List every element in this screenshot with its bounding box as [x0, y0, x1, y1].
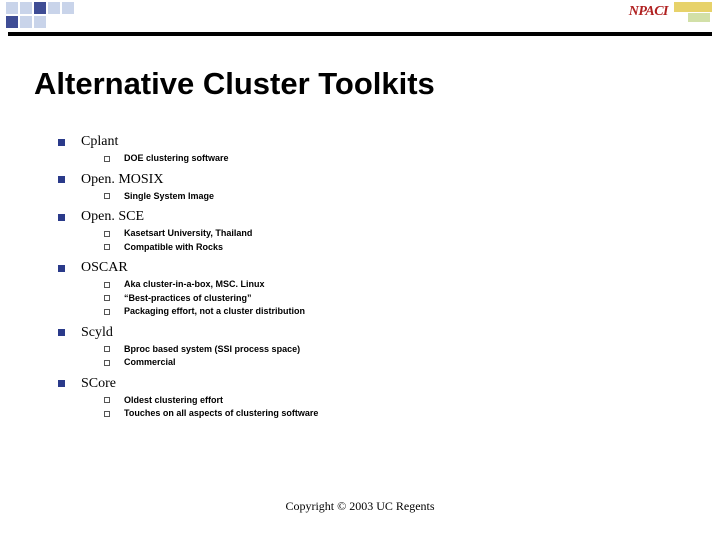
item-label: Open. MOSIX [81, 172, 163, 188]
sub-label: Commercial [124, 356, 176, 370]
item-label: SCore [81, 376, 116, 392]
header-logos: NPACI [629, 0, 720, 22]
bullet-content: Cplant DOE clustering software Open. MOS… [58, 134, 690, 427]
bullet-square-icon [58, 265, 65, 272]
bullet-hollow-icon [104, 346, 110, 352]
slide-title: Alternative Cluster Toolkits [34, 66, 435, 102]
item-label: Scyld [81, 325, 113, 341]
list-item: SCore Oldest clustering effort Touches o… [58, 376, 690, 421]
npaci-logo: NPACI [629, 4, 668, 20]
bullet-hollow-icon [104, 397, 110, 403]
sub-label: DOE clustering software [124, 152, 229, 166]
sub-label: Bproc based system (SSI process space) [124, 343, 300, 357]
sub-label: Single System Image [124, 190, 214, 204]
item-label: Cplant [81, 134, 118, 150]
sub-label: “Best-practices of clustering” [124, 292, 252, 306]
bullet-hollow-icon [104, 360, 110, 366]
sub-label: Oldest clustering effort [124, 394, 223, 408]
bullet-hollow-icon [104, 156, 110, 162]
bullet-hollow-icon [104, 193, 110, 199]
bullet-hollow-icon [104, 244, 110, 250]
sub-label: Kasetsart University, Thailand [124, 227, 252, 241]
list-item: Cplant DOE clustering software [58, 134, 690, 166]
list-item: OSCAR Aka cluster-in-a-box, MSC. Linux “… [58, 260, 690, 319]
slide-header: NPACI [0, 0, 720, 32]
list-item: Scyld Bproc based system (SSI process sp… [58, 325, 690, 370]
bullet-square-icon [58, 176, 65, 183]
sub-label: Aka cluster-in-a-box, MSC. Linux [124, 278, 265, 292]
bullet-square-icon [58, 139, 65, 146]
sub-label: Compatible with Rocks [124, 241, 223, 255]
list-item: Open. MOSIX Single System Image [58, 172, 690, 204]
item-label: OSCAR [81, 260, 128, 276]
badge-icon [674, 2, 712, 22]
bullet-hollow-icon [104, 309, 110, 315]
bullet-square-icon [58, 380, 65, 387]
header-divider [8, 32, 712, 36]
copyright-footer: Copyright © 2003 UC Regents [0, 499, 720, 514]
bullet-hollow-icon [104, 411, 110, 417]
bullet-square-icon [58, 329, 65, 336]
bullet-square-icon [58, 214, 65, 221]
bullet-hollow-icon [104, 295, 110, 301]
sub-label: Touches on all aspects of clustering sof… [124, 407, 318, 421]
sub-label: Packaging effort, not a cluster distribu… [124, 305, 305, 319]
decorative-squares [0, 0, 74, 28]
item-label: Open. SCE [81, 209, 144, 225]
bullet-hollow-icon [104, 282, 110, 288]
list-item: Open. SCE Kasetsart University, Thailand… [58, 209, 690, 254]
bullet-hollow-icon [104, 231, 110, 237]
